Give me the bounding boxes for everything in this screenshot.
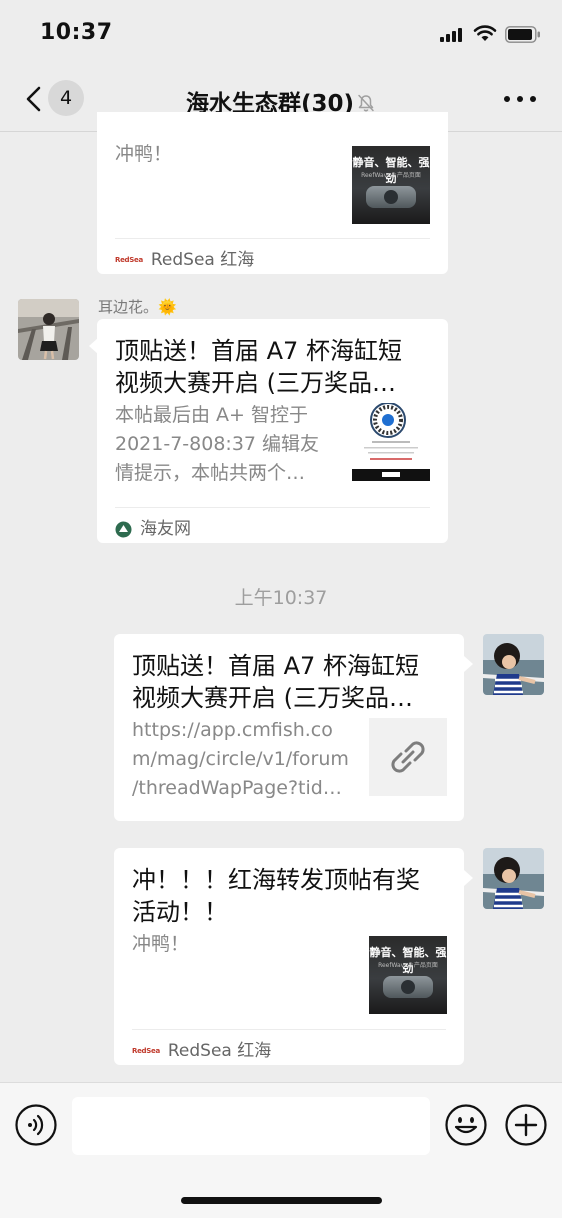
product-image (383, 976, 433, 998)
link-card-message[interactable]: 冲鸭！ 静音、智能、强劲 ReefWave®产品页面 RedSea RedSea … (97, 112, 448, 274)
card-source: RedSea RedSea 红海 (132, 1036, 271, 1061)
card-description-line: 情提示，本帖共两个… (115, 462, 306, 484)
child-photo-icon (483, 634, 544, 695)
card-description-line: 本帖最后由 A+ 智控于 (115, 404, 308, 426)
mute-bell-icon (358, 94, 374, 112)
plus-icon[interactable] (505, 1104, 547, 1146)
card-title: 冲！！！红海转发顶帖有奖 活动！！ (132, 864, 452, 928)
card-source: 海友网 (115, 514, 191, 539)
card-description: 本帖最后由 A+ 智控于 2021-7-808:37 编辑友 情提示，本帖共两个… (115, 401, 345, 488)
card-divider (115, 238, 430, 239)
link-thumbnail (369, 718, 447, 796)
qr-code-icon (352, 403, 430, 481)
link-card-message[interactable]: 顶贴送！首届 A7 杯海缸短 视频大赛开启 (三万奖品… 本帖最后由 A+ 智控… (97, 319, 448, 543)
source-name: RedSea 红海 (167, 1041, 272, 1061)
link-url-line: m/mag/circle/v1/forum (132, 748, 349, 770)
card-thumbnail: 静音、智能、强劲 ReefWave®产品页面 (352, 146, 430, 224)
status-time: 10:37 (40, 20, 113, 45)
thumbnail-subtitle: ReefWave®产品页面 (361, 172, 421, 179)
more-options-button[interactable] (504, 96, 536, 104)
card-description: 冲鸭！ (132, 933, 190, 955)
source-name: 海友网 (140, 519, 191, 539)
source-name: RedSea 红海 (150, 250, 255, 270)
sender-avatar[interactable] (18, 299, 79, 360)
home-indicator[interactable] (181, 1197, 382, 1204)
child-photo-icon (483, 848, 544, 909)
link-url-line: /threadWapPage?tid… (132, 777, 342, 799)
link-message[interactable]: 顶贴送！首届 A7 杯海缸短 视频大赛开启 (三万奖品… https://app… (114, 634, 464, 821)
link-url: https://app.cmfish.co m/mag/circle/v1/fo… (132, 716, 362, 803)
wifi-icon (473, 25, 497, 41)
redsea-logo-icon: RedSea (132, 1047, 160, 1055)
card-title-line: 顶贴送！首届 A7 杯海缸短 (115, 337, 402, 365)
card-title: 顶贴送！首届 A7 杯海缸短 视频大赛开启 (三万奖品… (132, 650, 452, 714)
thumbnail-subtitle: ReefWave®产品页面 (378, 962, 438, 969)
link-icon (391, 741, 425, 773)
person-photo-icon (18, 299, 79, 360)
my-avatar[interactable] (483, 848, 544, 909)
sender-name: 耳边花。🌞 (98, 298, 177, 316)
battery-icon (505, 26, 540, 43)
emoji-icon[interactable] (445, 1104, 487, 1146)
my-avatar[interactable] (483, 634, 544, 695)
status-bar: 10:37 (0, 0, 562, 66)
message-input[interactable] (72, 1097, 430, 1155)
card-divider (132, 1029, 446, 1030)
card-title-line: 视频大赛开启 (三万奖品… (115, 369, 396, 397)
card-thumbnail: 静音、智能、强劲 ReefWave®产品页面 (369, 936, 447, 1014)
redsea-logo-icon: RedSea (115, 256, 143, 264)
card-title-line: 视频大赛开启 (三万奖品… (132, 684, 413, 712)
card-title: 顶贴送！首届 A7 杯海缸短 视频大赛开启 (三万奖品… (115, 335, 435, 399)
card-source: RedSea RedSea 红海 (115, 245, 254, 270)
link-card-message[interactable]: 冲！！！红海转发顶帖有奖 活动！！ 冲鸭！ 静音、智能、强劲 ReefWave®… (114, 848, 464, 1065)
card-title-line: 顶贴送！首届 A7 杯海缸短 (132, 652, 419, 680)
timestamp-divider: 上午10:37 (234, 587, 328, 609)
signal-icon (440, 28, 464, 42)
card-divider (115, 507, 430, 508)
card-title-line: 冲！！！红海转发顶帖有奖 (132, 866, 420, 894)
card-thumbnail (352, 403, 430, 481)
voice-icon[interactable] (15, 1104, 57, 1146)
haiyouwang-logo-icon (115, 521, 132, 537)
card-title-line: 活动！！ (132, 898, 228, 926)
card-description-line: 2021-7-808:37 编辑友 (115, 433, 320, 455)
product-image (366, 186, 416, 208)
link-url-line: https://app.cmfish.co (132, 719, 333, 741)
card-description: 冲鸭！ (115, 143, 173, 165)
bubble-tail (464, 656, 473, 672)
bubble-tail (464, 870, 473, 886)
